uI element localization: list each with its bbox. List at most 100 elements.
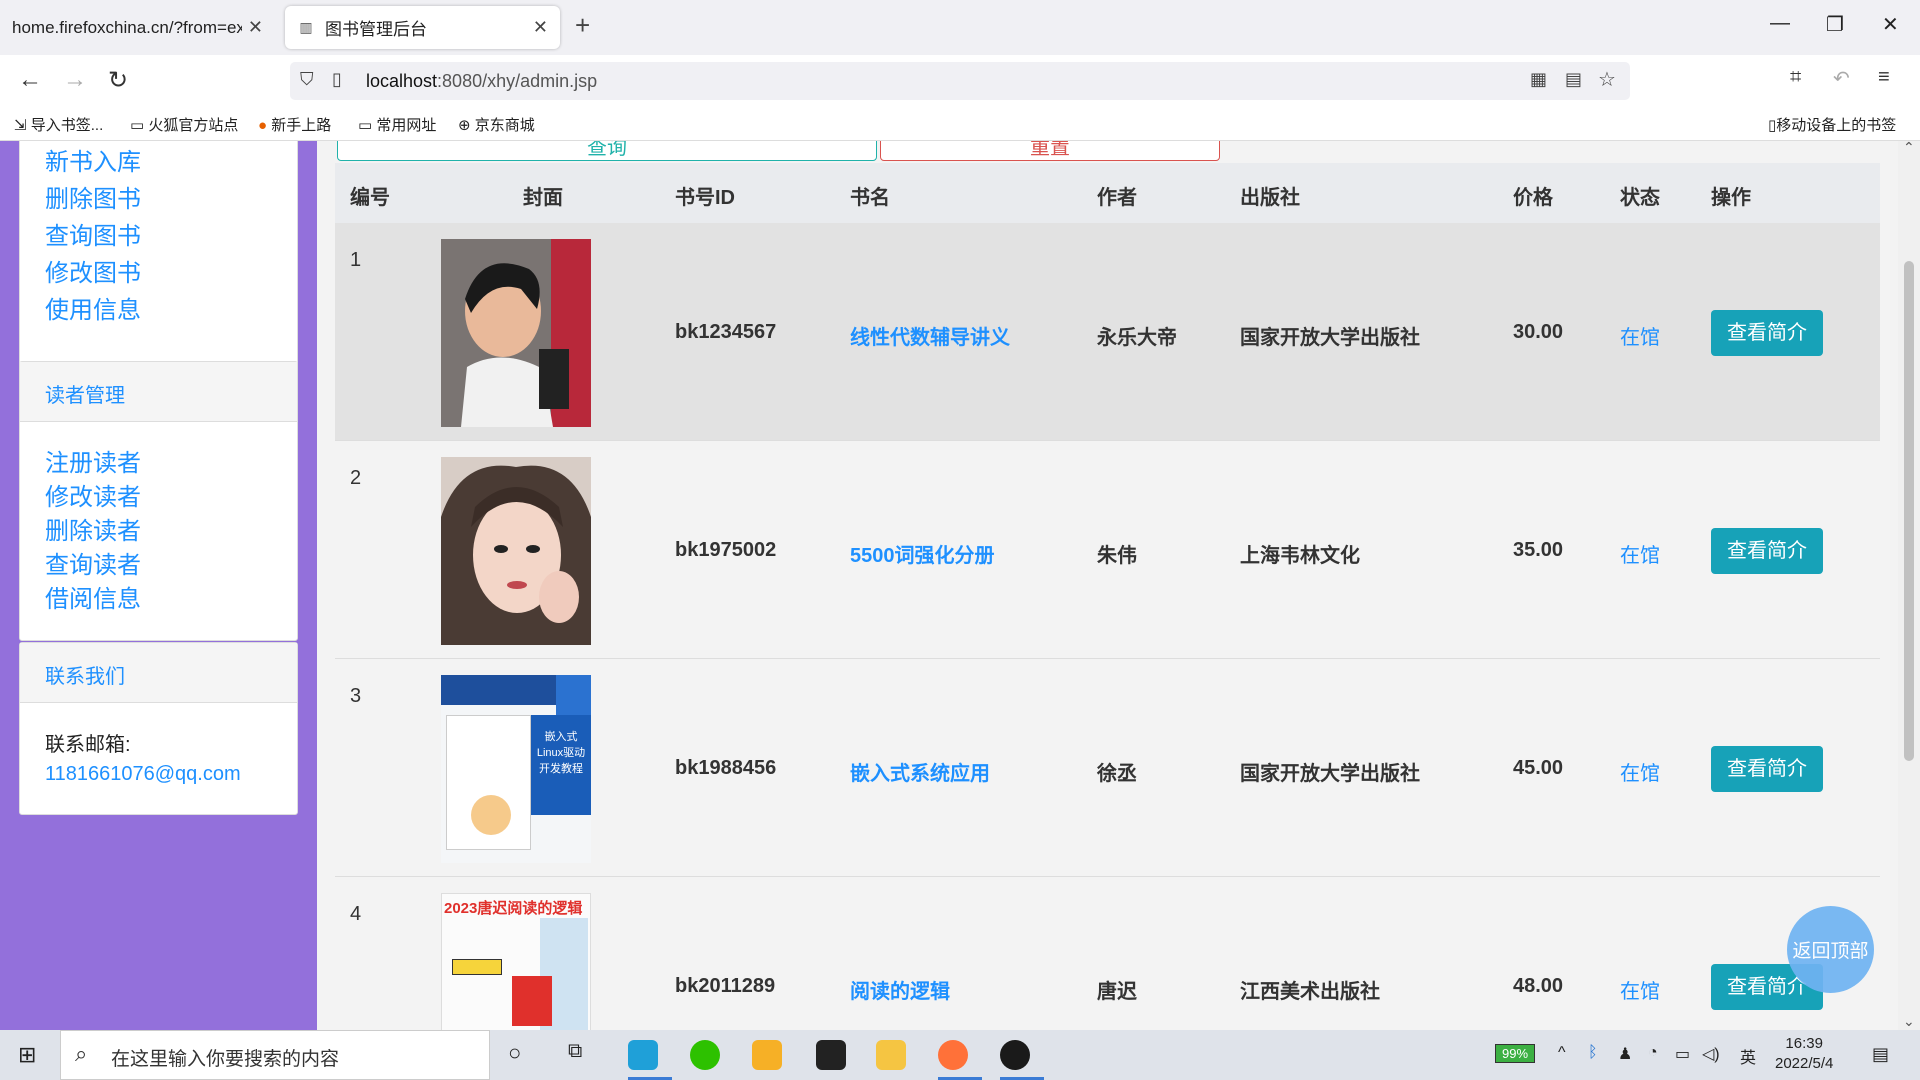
mobile-bookmarks[interactable]: ▯移动设备上的书签 [1768, 114, 1896, 135]
crop-icon[interactable]: ⌗ [1790, 66, 1801, 89]
page: 新书入库 删除图书 查询图书 修改图书 使用信息 读者管理 注册读者 修改读者 … [0, 141, 1920, 1030]
book-name-link[interactable]: 5500词强化分册 [850, 539, 995, 568]
bookmarks-bar: ⇲ 导入书签... ▭ 火狐官方站点 ● 新手上路 ▭ 常用网址 ⊕ 京东商城 … [0, 107, 1920, 141]
back-to-top-button[interactable]: 返回顶部 [1787, 906, 1874, 993]
battery-indicator[interactable]: 99% [1495, 1044, 1536, 1063]
bookmark-jd[interactable]: ⊕ 京东商城 [458, 114, 535, 135]
shield-icon: ⛉ [300, 69, 314, 89]
header-publisher: 出版社 [1240, 187, 1300, 209]
bookmark-common-sites[interactable]: ▭ 常用网址 [358, 114, 436, 135]
wifi-icon[interactable]: ◔ [1648, 1044, 1658, 1062]
menu-icon[interactable]: ≡ [1878, 66, 1890, 89]
qq-icon[interactable]: ♟ [1618, 1044, 1632, 1064]
search-icon: ⌕ [75, 1041, 88, 1066]
book-author: 徐丞 [1097, 763, 1137, 785]
book-publisher: 国家开放大学出版社 [1240, 763, 1420, 785]
scroll-up-icon[interactable]: ⌃ [1903, 139, 1915, 156]
link-delete-book[interactable]: 删除图书 [20, 181, 297, 218]
app-icon[interactable] [1000, 1040, 1030, 1070]
power-icon[interactable]: ▭ [1675, 1044, 1690, 1064]
tab-home[interactable]: home.firefoxchina.cn/?from=extra_start ✕ [0, 6, 275, 49]
taskbar-search-placeholder: 在这里输入你要搜索的内容 [111, 1049, 340, 1070]
link-usage-info[interactable]: 使用信息 [20, 292, 297, 329]
table-row: 3 嵌入式 Linux驱动 开发教程 bk1988456 嵌入式系统应用 徐丞 … [335, 659, 1880, 877]
header-status: 状态 [1620, 187, 1660, 209]
link-borrow-info[interactable]: 借阅信息 [20, 583, 297, 617]
cover-title: 2023唐迟阅读的逻辑 [444, 900, 583, 917]
table-row: 4 2023唐迟阅读的逻辑 bk2011289 阅读的逻辑 唐迟 江西美术出版社… [335, 877, 1880, 1030]
scroll-down-icon[interactable]: ⌄ [1903, 1013, 1915, 1030]
row-num: 3 [350, 685, 362, 707]
bluetooth-icon[interactable]: ᛒ [1588, 1044, 1598, 1062]
book-price: 30.00 [1513, 321, 1564, 343]
link-edit-book[interactable]: 修改图书 [20, 255, 297, 292]
close-icon[interactable]: ✕ [533, 17, 548, 38]
link-query-reader[interactable]: 查询读者 [20, 549, 297, 583]
bookmark-import[interactable]: ⇲ 导入书签... [14, 114, 103, 135]
tab-title: home.firefoxchina.cn/?from=extra_start [12, 17, 242, 37]
search-button[interactable]: 查询 [337, 141, 877, 161]
minimize-icon[interactable]: — [1770, 12, 1790, 35]
bookmark-firefox-site[interactable]: ▭ 火狐官方站点 [130, 114, 238, 135]
contact-header[interactable]: 联系我们 [20, 643, 297, 703]
windows-start-icon[interactable]: ⊞ [18, 1042, 36, 1068]
security-icon[interactable] [752, 1040, 782, 1070]
view-intro-button[interactable]: 查看简介 [1711, 310, 1823, 356]
edge-icon[interactable] [628, 1040, 658, 1070]
task-view-icon[interactable]: ⧉ [568, 1040, 582, 1063]
intellij-icon[interactable] [816, 1040, 846, 1070]
book-status[interactable]: 在馆 [1620, 539, 1660, 568]
wechat-icon[interactable] [690, 1040, 720, 1070]
tab-admin[interactable]: ▥ 图书管理后台 ✕ [285, 6, 560, 49]
row-num: 4 [350, 903, 362, 925]
reload-icon[interactable]: ↻ [108, 66, 128, 95]
notification-icon[interactable]: ▤ [1872, 1044, 1889, 1065]
link-new-book[interactable]: 新书入库 [20, 144, 297, 181]
firefox-taskbar-icon[interactable] [938, 1040, 968, 1070]
book-name-link[interactable]: 线性代数辅导讲义 [850, 321, 1010, 350]
link-query-book[interactable]: 查询图书 [20, 218, 297, 255]
undo-icon[interactable]: ↶ [1833, 66, 1850, 91]
book-icon: ▥ [299, 19, 313, 35]
scrollbar-thumb[interactable] [1904, 261, 1914, 761]
address-bar[interactable]: ⛉ ▯ localhost:8080/xhy/admin.jsp ▦ ▤ ☆ [290, 62, 1630, 100]
book-status[interactable]: 在馆 [1620, 975, 1660, 1004]
tray-expand-icon[interactable]: ^ [1558, 1044, 1566, 1062]
contact-email[interactable]: 1181661076@qq.com [20, 763, 297, 786]
file-explorer-icon[interactable] [876, 1040, 906, 1070]
new-tab-button[interactable]: + [575, 10, 590, 41]
book-status[interactable]: 在馆 [1620, 321, 1660, 350]
taskbar-search[interactable]: ⌕ 在这里输入你要搜索的内容 [60, 1030, 490, 1080]
book-id: bk1975002 [675, 539, 777, 561]
close-icon[interactable]: ✕ [248, 17, 263, 38]
book-publisher: 上海韦林文化 [1240, 545, 1360, 567]
reset-button[interactable]: 重置 [880, 141, 1220, 161]
restore-icon[interactable]: ❐ [1826, 12, 1844, 37]
ime-indicator[interactable]: 英 [1740, 1044, 1756, 1068]
view-intro-button[interactable]: 查看简介 [1711, 746, 1823, 792]
star-icon[interactable]: ☆ [1598, 67, 1616, 92]
reader-header[interactable]: 读者管理 [20, 362, 297, 422]
link-register-reader[interactable]: 注册读者 [20, 447, 297, 481]
book-price: 48.00 [1513, 975, 1564, 997]
table-header: 编号 封面 书号ID 书名 作者 出版社 价格 状态 操作 [335, 163, 1880, 223]
qr-icon[interactable]: ▦ [1530, 69, 1547, 90]
back-icon[interactable]: ← [18, 66, 42, 94]
book-status[interactable]: 在馆 [1620, 757, 1660, 786]
link-delete-reader[interactable]: 删除读者 [20, 515, 297, 549]
book-name-link[interactable]: 阅读的逻辑 [850, 975, 950, 1004]
link-edit-reader[interactable]: 修改读者 [20, 481, 297, 515]
book-id: bk1988456 [675, 757, 777, 779]
bookmark-getting-started[interactable]: ● 新手上路 [258, 114, 331, 135]
book-name-link[interactable]: 嵌入式系统应用 [850, 757, 990, 786]
cover-text: 嵌入式 [544, 731, 578, 743]
page-scrollbar[interactable]: ⌃ ⌄ [1898, 139, 1920, 1030]
clock[interactable]: 16:39 2022/5/4 [1775, 1034, 1833, 1074]
volume-icon[interactable]: ◁) [1702, 1044, 1720, 1064]
cortana-icon[interactable]: ○ [508, 1040, 521, 1066]
view-intro-button[interactable]: 查看简介 [1711, 528, 1823, 574]
url-text: localhost:8080/xhy/admin.jsp [366, 71, 597, 92]
close-window-icon[interactable]: ✕ [1882, 12, 1899, 37]
forward-icon[interactable]: → [63, 66, 87, 94]
reader-icon[interactable]: ▤ [1565, 69, 1582, 90]
